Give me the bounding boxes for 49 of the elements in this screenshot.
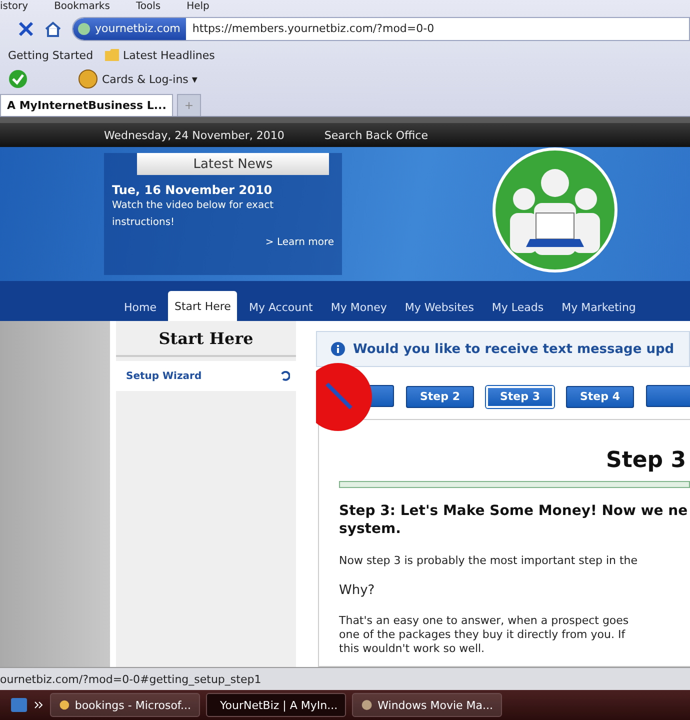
paragraph-text: Why? [339, 584, 376, 598]
nav-tab[interactable]: My Money [324, 293, 393, 321]
menu-item[interactable]: Bookmarks [54, 0, 110, 13]
taskbar-button[interactable]: Windows Movie Ma... [352, 693, 502, 717]
info-icon [331, 342, 345, 356]
app-icon [361, 698, 373, 712]
search-back-office-link[interactable]: Search Back Office [324, 128, 428, 142]
notice-text: Would you like to receive text message upd [353, 342, 674, 356]
start-icon[interactable] [10, 696, 28, 714]
step-button[interactable]: Step 3 [486, 386, 554, 408]
sidebar-item[interactable]: Setup Wizard [116, 361, 296, 391]
nav-tab[interactable]: My Websites [398, 293, 480, 321]
nav-tab[interactable]: My Account [242, 293, 319, 321]
checkmark-icon[interactable] [8, 69, 28, 89]
cards-log-ins-menu[interactable]: Cards & Log-ins ▾ [78, 69, 198, 89]
bookmark-link[interactable]: Getting Started [8, 48, 94, 62]
learn-more-link[interactable]: > Learn more [265, 237, 334, 248]
step-heading: Step 3: Let's Make Some Money! Now we ne system. [339, 502, 689, 538]
status-url-text: ournetbiz.com/?mod=0-0#getting_setup_step1 [0, 667, 690, 690]
nav-tab[interactable]: My Leads [486, 293, 550, 321]
folder-icon [105, 49, 120, 61]
paragraph-text: That's an easy one to answer, when a prospect goes one of the packages they buy it directly from you. If this wouldn't work so well. [339, 614, 630, 656]
site-identity-badge: yournetbiz.com [73, 18, 186, 40]
step-button[interactable]: Step 4 [566, 386, 634, 408]
step-title: Step 3 [606, 448, 686, 473]
taskbar-button[interactable]: YourNetBiz | A MyIn... [206, 693, 346, 717]
taskbar-button[interactable]: bookings - Microsof... [50, 693, 200, 717]
nav-tab[interactable]: My Marketing [556, 293, 642, 321]
url-text: https://members.yournetbiz.com/?mod=0-0 [191, 22, 434, 35]
home-icon[interactable] [44, 20, 62, 36]
menu-item[interactable]: Help [186, 0, 210, 13]
app-icon [59, 698, 70, 712]
news-text: Watch the video below for exact instructions! [112, 199, 275, 230]
address-field[interactable]: yournetbiz.com https://members.yournetbiz.com/?mod=0-0 [72, 16, 690, 40]
date-text: Wednesday, 24 November, 2010 [104, 128, 284, 142]
menu-item[interactable]: istory [0, 0, 28, 13]
overflow-chevron-icon[interactable] [34, 700, 44, 710]
bookmark-link[interactable]: Latest Headlines [105, 48, 215, 62]
browser-tab[interactable]: A MyInternetBusiness L... [0, 94, 174, 116]
stop-icon[interactable] [18, 20, 34, 36]
nav-tab[interactable]: Home [118, 293, 162, 321]
refresh-icon [280, 371, 290, 381]
news-date: Tue, 16 November 2010 [112, 183, 274, 197]
nav-tab[interactable]: Start Here [168, 291, 237, 321]
sidebar-title: Start Here [116, 321, 296, 357]
step-button[interactable]: Step 2 [406, 386, 474, 408]
news-title: Latest News [137, 153, 329, 175]
menu-item[interactable]: Tools [136, 0, 161, 13]
paragraph-text: Now step 3 is probably the most important step in the [339, 554, 639, 568]
